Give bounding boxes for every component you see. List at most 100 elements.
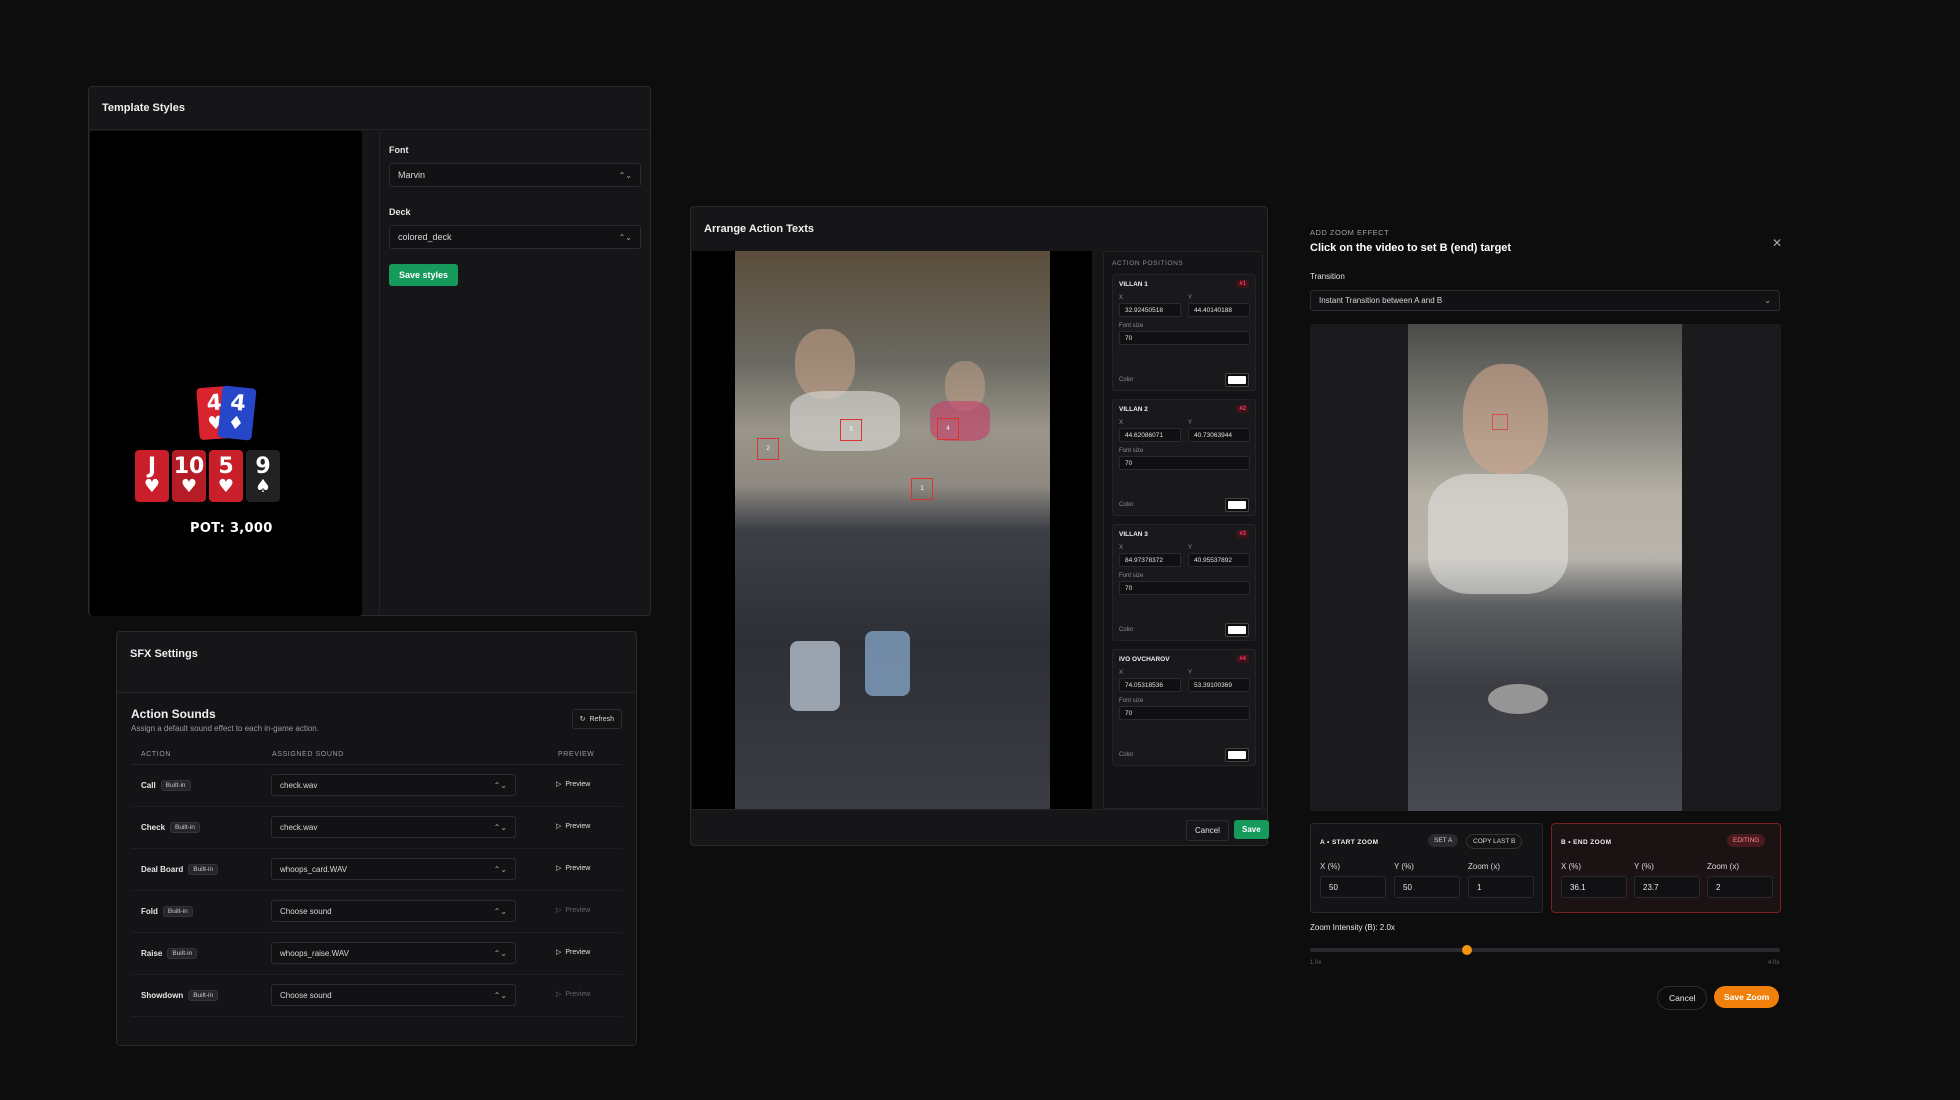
action-position-card: VILLAN 2 #2 X Y 44.62086071 40.73063944 Font s… bbox=[1112, 399, 1256, 516]
zoom-photo bbox=[1408, 324, 1682, 811]
play-icon: ▷ bbox=[556, 781, 562, 788]
card-suit-icon: ♠ bbox=[254, 476, 272, 497]
dialog-title: Click on the video to set B (end) target bbox=[1310, 242, 1512, 254]
x-label: X bbox=[1119, 670, 1124, 676]
playing-card: 10 ♥ bbox=[172, 450, 206, 502]
save-styles-button[interactable]: Save styles bbox=[389, 264, 459, 286]
playing-card: 5 ♥ bbox=[209, 450, 243, 502]
color-label: Color bbox=[1119, 627, 1134, 633]
position-name: VILLAN 2 bbox=[1119, 406, 1148, 413]
end-zoom-box: B • END ZOOM EDITING X (%) Y (%) Zoom (x… bbox=[1551, 823, 1781, 913]
sound-select[interactable]: Choose sound ⌃⌄ bbox=[271, 900, 516, 922]
zoom-video-preview[interactable] bbox=[1310, 324, 1781, 811]
table-row: Deal Board Built-in whoops_card.WAV ⌃⌄ ▷ Prev… bbox=[131, 849, 622, 891]
preview-button[interactable]: ▷ Preview bbox=[556, 822, 590, 831]
deck-label: Deck bbox=[389, 207, 411, 217]
x-input[interactable]: 32.92450518 bbox=[1119, 303, 1181, 317]
start-zoom-input[interactable]: 1 bbox=[1468, 876, 1534, 898]
action-marker[interactable]: 2 bbox=[757, 438, 779, 460]
x-label: X bbox=[1119, 545, 1124, 551]
sound-value: whoops_card.WAV bbox=[280, 864, 348, 874]
font-size-input[interactable]: 70 bbox=[1119, 456, 1250, 470]
sound-select[interactable]: whoops_raise.WAV ⌃⌄ bbox=[271, 942, 516, 964]
end-zoom-title: B • END ZOOM bbox=[1561, 839, 1612, 846]
start-x-input[interactable]: 50 bbox=[1320, 876, 1386, 898]
end-zoom-input[interactable]: 2 bbox=[1707, 876, 1773, 898]
x-input[interactable]: 44.62086071 bbox=[1119, 428, 1181, 442]
transition-select[interactable]: Instant Transition between A and B ⌄ bbox=[1310, 290, 1780, 311]
font-size-input[interactable]: 70 bbox=[1119, 706, 1250, 720]
font-size-input[interactable]: 70 bbox=[1119, 331, 1250, 345]
action-label: Check bbox=[141, 823, 166, 832]
preview-button[interactable]: ▷ Preview bbox=[556, 990, 591, 999]
action-position-card: VILLAN 3 #3 X Y 84.97378372 40.95537892 Font s… bbox=[1112, 524, 1256, 641]
font-label: Font bbox=[389, 145, 409, 155]
card-suit-icon: ♥ bbox=[217, 476, 235, 497]
sound-select[interactable]: Choose sound ⌃⌄ bbox=[271, 984, 516, 1006]
y-input[interactable]: 40.95537892 bbox=[1188, 553, 1250, 567]
x-input[interactable]: 84.97378372 bbox=[1119, 553, 1181, 567]
column-action: ACTION bbox=[141, 751, 172, 758]
y-label: Y bbox=[1188, 545, 1193, 551]
zoom-intensity-slider[interactable] bbox=[1310, 945, 1780, 955]
action-marker[interactable]: 3 bbox=[840, 419, 862, 441]
x-input[interactable]: 74.05318536 bbox=[1119, 678, 1181, 692]
start-y-input[interactable]: 50 bbox=[1394, 876, 1460, 898]
sound-select[interactable]: check.wav ⌃⌄ bbox=[271, 774, 516, 796]
play-icon: ▷ bbox=[556, 949, 562, 956]
preview-button[interactable]: ▷ Preview bbox=[556, 780, 590, 789]
preview-button[interactable]: ▷ Preview bbox=[556, 948, 590, 957]
card-rank: 10 bbox=[173, 454, 205, 479]
card-rank: 5 bbox=[218, 454, 234, 479]
action-marker[interactable]: 4 bbox=[937, 418, 959, 440]
sound-select[interactable]: check.wav ⌃⌄ bbox=[271, 816, 516, 838]
action-marker[interactable]: 1 bbox=[911, 478, 933, 500]
chevron-updown-icon: ⌃⌄ bbox=[618, 232, 632, 242]
deck-select[interactable]: colored_deck ⌃⌄ bbox=[389, 225, 641, 249]
end-y-input[interactable]: 23.7 bbox=[1634, 876, 1700, 898]
position-number-badge: #2 bbox=[1236, 405, 1249, 413]
set-a-button[interactable]: SET A bbox=[1428, 834, 1459, 847]
end-x-input[interactable]: 36.1 bbox=[1561, 876, 1627, 898]
close-icon[interactable]: ✕ bbox=[1772, 236, 1782, 250]
play-icon: ▷ bbox=[556, 865, 562, 872]
color-swatch[interactable] bbox=[1225, 748, 1249, 762]
table-row: Showdown Built-in Choose sound ⌃⌄ ▷ Preview bbox=[131, 975, 622, 1017]
cancel-button[interactable]: Cancel bbox=[1657, 986, 1708, 1010]
cancel-button[interactable]: Cancel bbox=[1186, 820, 1229, 841]
panel-title: Arrange Action Texts bbox=[704, 223, 815, 235]
chevron-updown-icon: ⌃⌄ bbox=[493, 990, 507, 1000]
font-size-input[interactable]: 70 bbox=[1119, 581, 1250, 595]
preview-button[interactable]: ▷ Preview bbox=[556, 906, 590, 915]
y-input[interactable]: 53.39100369 bbox=[1188, 678, 1250, 692]
position-name: IVO OVCHAROV bbox=[1119, 656, 1170, 663]
y-label: Y bbox=[1188, 420, 1193, 426]
chevron-updown-icon: ⌃⌄ bbox=[493, 780, 507, 790]
built-in-badge: Built-in bbox=[188, 864, 219, 875]
color-swatch[interactable] bbox=[1225, 498, 1249, 512]
y-input[interactable]: 44.40140188 bbox=[1188, 303, 1250, 317]
color-swatch[interactable] bbox=[1225, 623, 1249, 637]
color-label: Color bbox=[1119, 752, 1134, 758]
slider-max-label: 4.0x bbox=[1768, 960, 1780, 966]
preview-button[interactable]: ▷ Preview bbox=[556, 864, 591, 873]
table-header: ACTION ASSIGNED SOUND PREVIEW bbox=[131, 743, 622, 765]
y-label: Y bbox=[1188, 295, 1193, 301]
y-input[interactable]: 40.73063944 bbox=[1188, 428, 1250, 442]
chevron-updown-icon: ⌃⌄ bbox=[493, 822, 507, 832]
copy-last-b-button[interactable]: COPY LAST B bbox=[1466, 834, 1523, 849]
preview-label: Preview bbox=[565, 990, 591, 998]
preview-label: Preview bbox=[565, 864, 591, 872]
font-size-label: Font size bbox=[1119, 698, 1144, 704]
refresh-button[interactable]: ↻ Refresh bbox=[571, 709, 622, 729]
video-preview[interactable]: 2 1 3 4 bbox=[692, 251, 1092, 809]
color-swatch[interactable] bbox=[1225, 373, 1249, 387]
action-label: Fold bbox=[141, 907, 158, 916]
sound-select[interactable]: whoops_card.WAV ⌃⌄ bbox=[271, 858, 516, 880]
save-button[interactable]: Save bbox=[1234, 820, 1269, 839]
slider-handle[interactable] bbox=[1461, 945, 1472, 955]
playing-card: J ♥ bbox=[135, 450, 169, 502]
x-label: X bbox=[1119, 420, 1124, 426]
save-zoom-button[interactable]: Save Zoom bbox=[1714, 986, 1780, 1008]
font-select[interactable]: Marvin ⌃⌄ bbox=[389, 163, 641, 187]
